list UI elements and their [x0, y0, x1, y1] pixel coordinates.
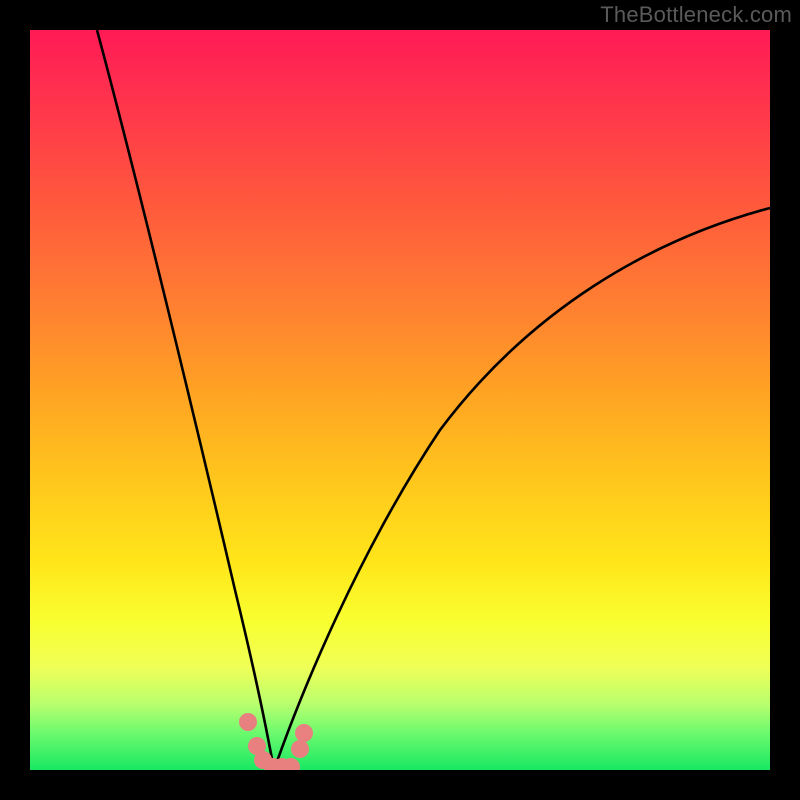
- left-curve: [97, 30, 274, 770]
- right-curve: [274, 208, 770, 770]
- curves-layer: [30, 30, 770, 770]
- trough-markers: [239, 713, 313, 770]
- chart-frame: TheBottleneck.com: [0, 0, 800, 800]
- watermark-text: TheBottleneck.com: [600, 2, 792, 28]
- heat-gradient-plot: [30, 30, 770, 770]
